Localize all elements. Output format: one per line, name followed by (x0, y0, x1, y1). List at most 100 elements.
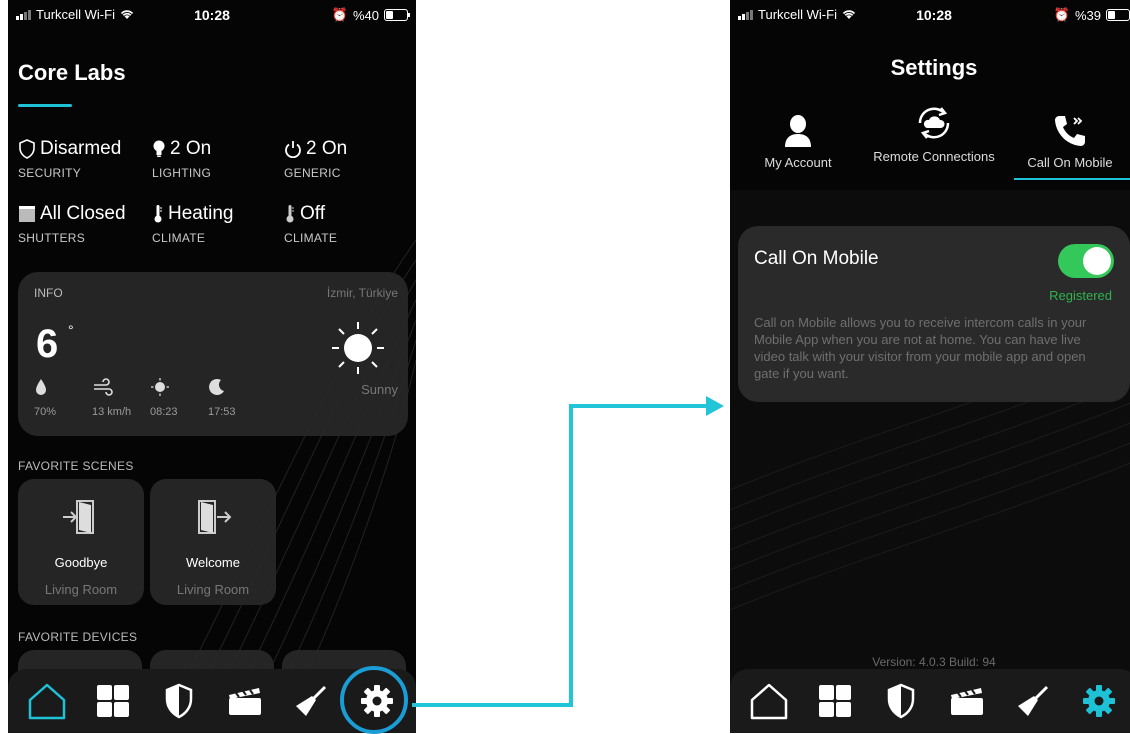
tab-label: Call On Mobile (1027, 155, 1113, 170)
stat-climate-off[interactable]: Off CLIMATE (284, 203, 337, 245)
home-screen: Turkcell Wi-Fi 10:28 ⏰ %40 Core Labs Dis… (8, 0, 416, 733)
stat-generic[interactable]: 2 On GENERIC (284, 138, 347, 180)
stat-label: LIGHTING (152, 166, 212, 180)
humidity-metric: 70% (34, 378, 92, 418)
tab-my-account[interactable]: My Account (730, 100, 866, 190)
scene-room: Living Room (176, 582, 250, 597)
wind-value: 13 km/h (92, 406, 132, 418)
weather-metrics: 70% 13 km/h 08:23 17:53 (34, 378, 266, 418)
sunrise-metric: 08:23 (150, 378, 208, 418)
scene-room: Living Room (44, 582, 118, 597)
home-title: Core Labs (18, 60, 126, 85)
sunset-metric: 17:53 (208, 378, 266, 418)
title-underline (18, 104, 72, 107)
tab-label: My Account (764, 155, 832, 170)
battery-percent: %40 (352, 7, 379, 23)
alarm-icon: ⏰ (331, 7, 348, 22)
humidity-value: 70% (34, 406, 57, 418)
humidity-drop-icon (36, 379, 46, 395)
page-title: Settings (890, 55, 978, 80)
status-bar: Turkcell Wi-Fi 10:28 ⏰ %39 (730, 0, 1130, 28)
cloud-sync-icon (918, 107, 950, 139)
tab-scenes[interactable] (223, 679, 267, 723)
call-on-mobile-card: Call On Mobile Registered Call on Mobile… (738, 226, 1130, 402)
weather-condition: Sunny (361, 382, 398, 397)
scene-card-welcome[interactable]: Welcome Living Room (150, 479, 276, 605)
scene-name: Goodbye (54, 555, 108, 570)
stat-value: 2 On (306, 138, 348, 159)
tab-label: Remote Connections (873, 149, 995, 164)
stat-label: CLIMATE (284, 231, 338, 245)
battery-icon (384, 9, 410, 21)
tab-security[interactable] (157, 679, 201, 723)
weather-info-card[interactable]: INFO İzmir, Türkiye 6 ° Sunny 70% 13 km/… (18, 272, 408, 436)
tab-cleaning[interactable] (289, 679, 333, 723)
shutter-icon (19, 206, 35, 222)
wind-metric: 13 km/h (92, 378, 150, 418)
tab-remote-connections[interactable]: Remote Connections (866, 100, 1002, 190)
stat-security[interactable]: Disarmed SECURITY (18, 138, 121, 180)
version-label: Version: 4.0.3 Build: 94 (872, 655, 996, 669)
call-on-mobile-description: Call on Mobile allows you to receive int… (754, 315, 1087, 381)
degree-symbol: ° (68, 322, 74, 338)
stat-label: SECURITY (18, 166, 82, 180)
phone-forward-icon (1055, 116, 1085, 146)
tab-home[interactable] (25, 679, 69, 723)
call-on-mobile-title: Call On Mobile (754, 248, 879, 269)
broom-icon (296, 685, 327, 716)
settings-highlight-ring (340, 666, 408, 734)
status-bar: Turkcell Wi-Fi 10:28 ⏰ %40 (8, 0, 416, 28)
tab-call-on-mobile[interactable]: Call On Mobile (1002, 100, 1130, 190)
stat-lighting[interactable]: 2 On LIGHTING (152, 138, 211, 180)
gear-icon (1083, 685, 1115, 717)
clapperboard-icon (229, 688, 261, 715)
stat-value: Disarmed (40, 138, 122, 159)
door-exit-icon (198, 500, 232, 534)
sunrise-icon (151, 378, 169, 396)
shield-icon (165, 683, 193, 719)
stat-label: GENERIC (284, 166, 341, 180)
battery-fill (1108, 11, 1115, 19)
tab-scenes[interactable] (945, 679, 989, 723)
alarm-icon: ⏰ (1053, 7, 1070, 22)
moon-icon (209, 378, 224, 395)
door-enter-icon (63, 500, 94, 534)
tab-rooms[interactable] (91, 679, 135, 723)
wind-icon (94, 378, 113, 396)
settings-screen: Turkcell Wi-Fi 10:28 ⏰ %39 Settings My A… (730, 0, 1130, 733)
sun-icon (332, 322, 384, 374)
scene-name: Welcome (186, 555, 240, 570)
active-tab-indicator (1014, 178, 1130, 180)
stat-label: SHUTTERS (18, 231, 86, 245)
tab-security[interactable] (879, 679, 923, 723)
registration-status: Registered (1049, 288, 1112, 303)
home-icon (28, 683, 66, 720)
call-on-mobile-toggle[interactable] (1058, 244, 1114, 278)
scene-card-goodbye[interactable]: Goodbye Living Room (18, 479, 144, 605)
person-icon (785, 115, 811, 147)
stat-value: Off (300, 203, 325, 224)
tab-settings[interactable] (1077, 679, 1121, 723)
stat-climate-heating[interactable]: Heating CLIMATE (152, 203, 234, 245)
thermometer-icon (154, 205, 162, 223)
thermometer-icon (286, 205, 294, 223)
grid-icon (97, 685, 129, 717)
bulb-icon (153, 140, 165, 157)
broom-icon (1018, 685, 1049, 716)
clapperboard-icon (951, 688, 983, 715)
battery-percent: %39 (1074, 7, 1101, 23)
shield-icon (887, 683, 915, 719)
bottom-tab-bar (730, 669, 1130, 733)
stat-value: Heating (168, 203, 234, 224)
temperature: 6 (36, 322, 59, 366)
tab-cleaning[interactable] (1011, 679, 1055, 723)
battery-icon (1106, 9, 1130, 21)
weather-location: İzmir, Türkiye (326, 286, 398, 300)
stat-shutters[interactable]: All Closed SHUTTERS (18, 203, 126, 245)
stat-value: All Closed (40, 203, 126, 224)
toggle-knob (1083, 247, 1111, 275)
tab-home[interactable] (747, 679, 791, 723)
home-icon (750, 683, 788, 720)
sunset-value: 17:53 (208, 406, 236, 418)
tab-rooms[interactable] (813, 679, 857, 723)
